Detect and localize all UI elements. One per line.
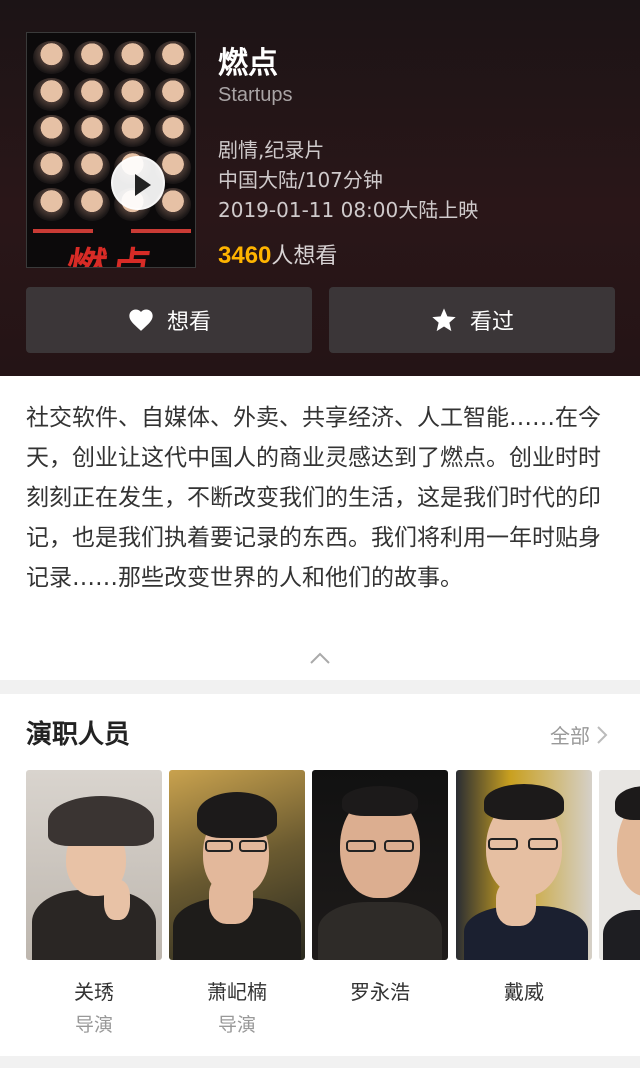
watched-button[interactable]: 看过 — [329, 287, 615, 353]
section-divider — [0, 680, 640, 694]
all-link-label: 全部 — [550, 724, 590, 748]
chevron-up-icon[interactable] — [308, 650, 332, 666]
cast-member-photo — [26, 770, 162, 960]
cast-member-name: 萧屺楠 — [207, 980, 267, 1004]
cast-member-photo — [599, 770, 640, 960]
poster-artwork — [33, 41, 191, 221]
cast-member-photo — [456, 770, 592, 960]
cast-member-card[interactable]: 关琇 导演 — [26, 770, 162, 1036]
cast-section-title: 演职人员 — [26, 720, 131, 750]
cast-member-photo — [312, 770, 448, 960]
seen-button-label: 看过 — [469, 310, 514, 335]
want-count-suffix: 人想看 — [271, 244, 338, 269]
cast-member-role: 导演 — [217, 1014, 256, 1036]
cast-all-link[interactable]: 全部 — [550, 720, 608, 749]
cast-member-card[interactable]: 罗永浩 — [312, 770, 448, 1004]
play-trailer-button[interactable] — [111, 156, 165, 210]
cast-member-name: 关琇 — [74, 980, 114, 1004]
movie-original-title: Startups — [218, 84, 293, 106]
movie-poster[interactable]: 燃点 — [26, 32, 196, 268]
cast-member-photo — [169, 770, 305, 960]
cast-member-card[interactable]: 萧屺楠 导演 — [169, 770, 305, 1036]
want-count: 3460人想看 — [218, 238, 337, 270]
cast-member-name: 罗永浩 — [350, 980, 410, 1004]
want-button-label: 想看 — [166, 310, 211, 335]
movie-synopsis[interactable]: 社交软件、自媒体、外卖、共享经济、人工智能……在今天，创业让这代中国人的商业灵感… — [26, 398, 620, 598]
want-to-watch-button[interactable]: 想看 — [26, 287, 312, 353]
movie-region-duration: 中国大陆/107分钟 — [218, 168, 383, 192]
cast-member-role: 导演 — [74, 1014, 113, 1036]
movie-title: 燃点 — [218, 46, 278, 81]
want-count-number: 3460 — [218, 242, 272, 269]
cast-member-name: 戴威 — [504, 980, 544, 1004]
movie-genre: 剧情,纪录片 — [218, 138, 325, 162]
movie-header: 燃点 燃点 Startups 剧情,纪录片 中国大陆/107分钟 2019-01… — [0, 0, 640, 376]
poster-logo: 燃点 — [63, 244, 158, 268]
heart-icon — [129, 309, 153, 331]
chevron-right-icon — [597, 725, 608, 744]
cast-member-card[interactable] — [599, 770, 640, 960]
star-icon — [432, 308, 456, 332]
movie-release-date: 2019-01-11 08:00大陆上映 — [218, 198, 479, 222]
bottom-divider — [0, 1056, 640, 1068]
cast-member-card[interactable]: 戴威 — [456, 770, 592, 1004]
